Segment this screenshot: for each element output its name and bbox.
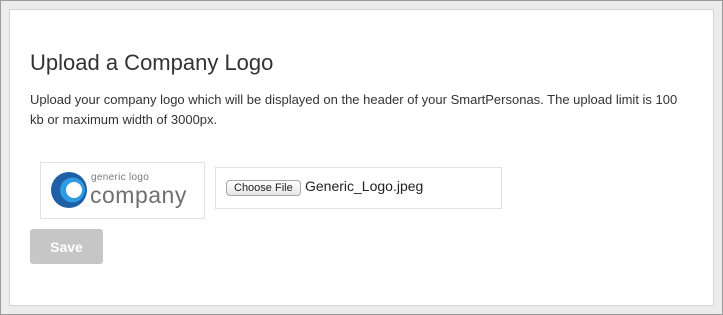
upload-logo-panel: Upload a Company Logo Upload your compan… [9,9,714,306]
save-button[interactable]: Save [30,229,103,264]
selected-file-name: Generic_Logo.jpeg [305,178,424,194]
company-logo-mark-icon [51,172,87,208]
window-frame: Upload a Company Logo Upload your compan… [0,0,723,315]
page-title: Upload a Company Logo [30,50,274,75]
choose-file-button[interactable]: Choose File [226,180,301,196]
logo-big-text: company [90,182,187,208]
file-input-field: Choose File Generic_Logo.jpeg [215,167,502,209]
page-description: Upload your company logo which will be d… [30,92,678,127]
logo-preview: generic logo company [40,162,205,219]
